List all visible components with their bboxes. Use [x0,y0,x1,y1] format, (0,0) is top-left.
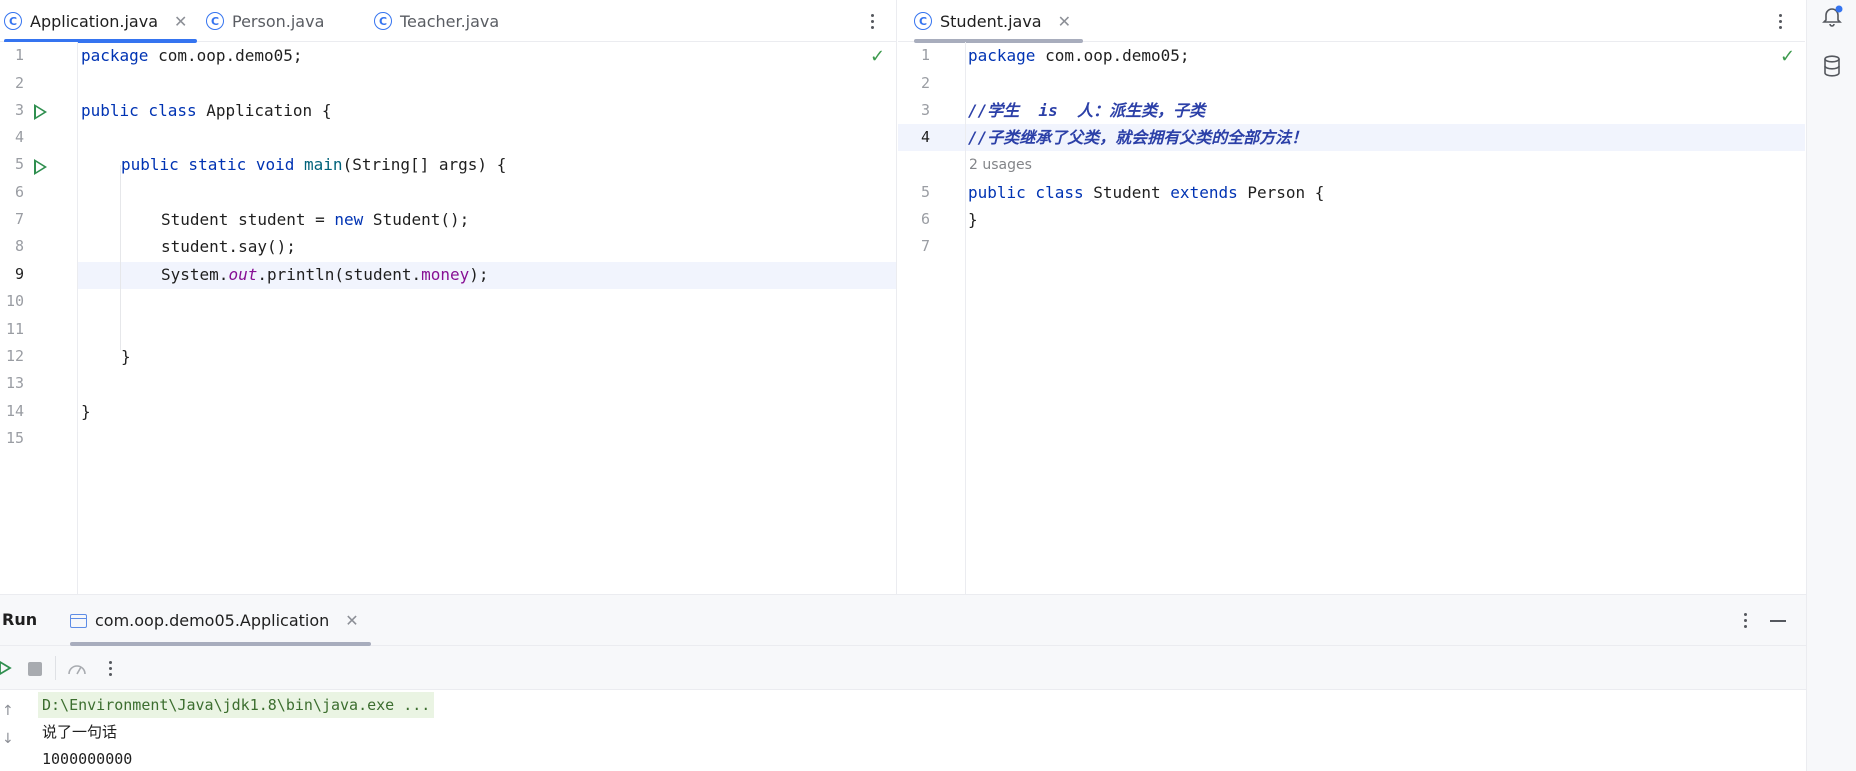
class-c-icon: C [374,12,392,30]
line-number-current: 9 [14,265,24,283]
right-tool-strip [1806,0,1856,771]
line-number: 12 [5,347,24,365]
tab-label: Person.java [232,11,325,31]
minimize-icon[interactable] [1770,620,1786,622]
left-gutter: 1 2 3 4 5 6 7 8 9 10 11 12 13 14 15 [0,42,78,594]
check-icon: ✓ [1780,46,1796,67]
close-icon[interactable]: ✕ [1058,12,1071,31]
console-line: 说了一句话 [42,723,118,741]
rerun-icon[interactable] [0,658,12,678]
line-number: 11 [5,320,24,338]
class-c-icon: C [206,12,224,30]
code-line-1: package com.oop.demo05; [968,46,1190,65]
right-gutter: 1 2 3 4 5 6 7 [898,42,966,594]
line-number-current: 4 [920,128,930,146]
class-c-icon: C [4,12,22,30]
usages-hint[interactable]: 2 usages [969,157,1032,173]
code-line-14: } [81,402,91,421]
line-number: 6 [14,183,24,201]
run-panel: Run com.oop.demo05.Application ✕ ↑ ↓ D:\… [0,594,1806,771]
line-number: 1 [920,46,930,64]
tab-person-java[interactable]: C Person.java [206,0,324,42]
code-comment-line-4: //子类继承了父类，就会拥有父类的全部方法！ [968,128,1308,147]
line-number: 1 [14,46,24,64]
line-number: 7 [14,210,24,228]
run-class-icon[interactable] [34,104,47,120]
line-number: 6 [920,210,930,228]
more-options-icon[interactable] [102,653,118,683]
run-config-tab[interactable]: com.oop.demo05.Application ✕ [70,595,371,646]
right-code-area[interactable]: package com.oop.demo05; //学生 is 人：派生类，子类… [968,42,1805,594]
code-line-12: } [121,347,131,366]
scroll-up-icon[interactable]: ↑ [2,703,14,719]
close-icon[interactable]: ✕ [345,611,358,630]
line-number: 3 [14,101,24,119]
tab-label: Teacher.java [400,11,500,31]
tab-student-java[interactable]: C Student.java ✕ [914,0,1083,43]
line-number: 5 [14,155,24,173]
line-number: 8 [14,237,24,255]
run-panel-title: Run [2,610,38,629]
line-number: 13 [5,374,24,392]
code-line-5: public static void main(String[] args) { [121,155,507,174]
line-number: 4 [14,128,24,146]
right-editor-pane: C Student.java ✕ 1 2 3 4 5 6 7 package c… [898,0,1805,594]
tab-application-java[interactable]: C Application.java ✕ [4,0,198,43]
line-number: 2 [920,74,930,92]
application-window-icon [70,613,87,628]
stop-icon[interactable] [28,662,42,676]
line-number: 14 [5,402,24,420]
class-c-icon: C [914,12,932,30]
line-number: 5 [920,183,930,201]
line-number: 7 [920,237,930,255]
right-editor-tabbar: C Student.java ✕ [898,0,1805,43]
check-icon: ✓ [870,46,886,67]
code-line-9: System.out.println(student.money); [161,265,489,284]
close-icon[interactable]: ✕ [174,12,187,31]
tab-label: Student.java [940,11,1042,31]
line-number: 15 [5,429,24,447]
tab-label: Application.java [30,11,159,31]
scroll-down-icon[interactable]: ↓ [2,731,14,747]
more-options-icon[interactable] [864,6,880,36]
left-editor-tabbar: C Application.java ✕ C Person.java C Tea… [0,0,896,43]
line-number: 3 [920,101,930,119]
code-line-1: package com.oop.demo05; [81,46,303,65]
code-line-5: public class Student extends Person { [968,183,1325,202]
more-options-icon[interactable] [1772,6,1788,36]
bell-icon[interactable] [1820,4,1844,28]
run-tab-label: com.oop.demo05.Application [95,611,330,630]
code-line-6: } [968,210,978,229]
profiler-gauge-icon[interactable] [66,658,88,678]
console-line: 1000000000 [42,750,133,768]
left-code-area[interactable]: package com.oop.demo05; public class App… [80,42,896,594]
code-line-8: student.say(); [161,237,296,256]
run-main-icon[interactable] [34,159,47,175]
left-editor-pane: C Application.java ✕ C Person.java C Tea… [0,0,897,594]
code-comment-line-3: //学生 is 人：派生类，子类 [968,101,1206,120]
code-line-7: Student student = new Student(); [161,210,470,229]
run-toolbar [0,646,1806,690]
database-icon[interactable] [1820,54,1844,78]
code-line-3: public class Application { [81,101,332,120]
console-output[interactable]: ↑ ↓ D:\Environment\Java\jdk1.8\bin\java.… [0,691,1806,771]
line-number: 2 [14,74,24,92]
line-number: 10 [5,292,24,310]
console-command-line[interactable]: D:\Environment\Java\jdk1.8\bin\java.exe … [38,692,435,718]
tab-teacher-java[interactable]: C Teacher.java [374,0,499,42]
run-panel-header: Run com.oop.demo05.Application ✕ [0,595,1806,646]
more-options-icon[interactable] [1737,605,1753,635]
